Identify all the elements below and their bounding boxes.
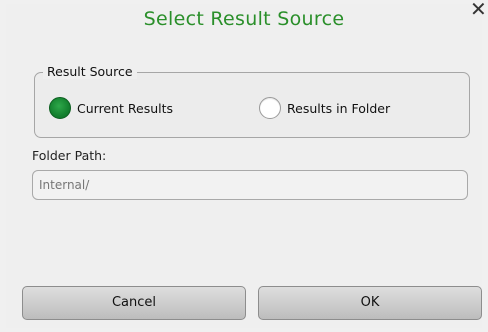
folder-path-label: Folder Path: <box>32 148 107 163</box>
results-in-folder-label[interactable]: Results in Folder <box>287 101 390 116</box>
result-source-group: Result Source Current Results Results in… <box>34 64 470 138</box>
select-result-source-dialog: ✕ Select Result Source Result Source Cur… <box>6 0 487 328</box>
dialog-title: Select Result Source <box>143 8 345 30</box>
current-results-label[interactable]: Current Results <box>77 101 173 116</box>
result-source-legend: Result Source <box>43 64 137 79</box>
folder-path-input[interactable] <box>32 170 468 200</box>
results-in-folder-radio[interactable] <box>259 97 281 119</box>
ok-button[interactable]: OK <box>258 286 482 320</box>
current-results-radio[interactable] <box>49 97 71 119</box>
cancel-button[interactable]: Cancel <box>22 286 246 320</box>
